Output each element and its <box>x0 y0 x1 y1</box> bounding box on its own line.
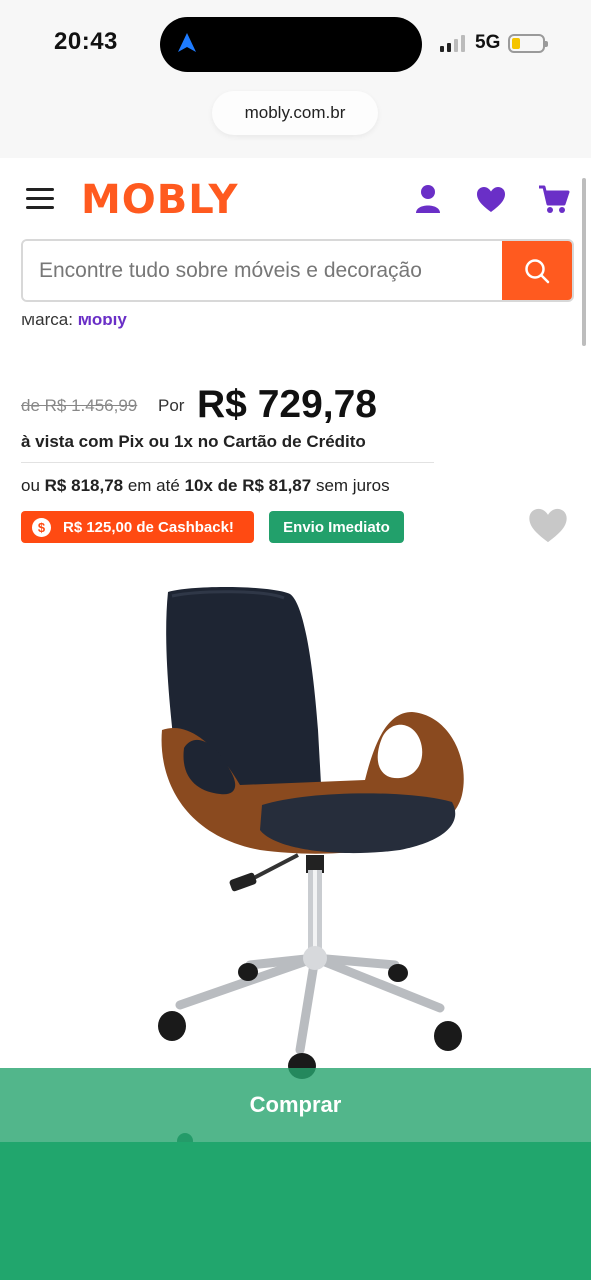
cart-icon[interactable] <box>538 184 570 214</box>
payment-note: à vista com Pix ou 1x no Cartão de Crédi… <box>21 432 366 451</box>
status-time: 20:43 <box>54 28 118 55</box>
site-header: MOBLY <box>0 158 591 242</box>
price-prefix: Por <box>158 396 185 415</box>
installment-middle: em até <box>127 476 180 495</box>
signal-icon <box>440 35 465 52</box>
browser-url-area: mobly.com.br <box>0 88 591 158</box>
cashback-text: R$ 125,00 de Cashback! <box>63 518 234 536</box>
search-icon <box>525 258 550 283</box>
favorite-heart-icon[interactable] <box>528 507 568 544</box>
installment-plan: 10x de R$ 81,87 <box>184 476 312 495</box>
status-bar: 20:43 5G <box>0 0 591 88</box>
network-type: 5G <box>475 32 501 53</box>
url-bar[interactable]: mobly.com.br <box>212 91 378 135</box>
page-scrollbar[interactable] <box>582 178 586 346</box>
brand-line: Marca: Mobly <box>21 316 127 338</box>
installment-suffix: sem juros <box>315 476 390 495</box>
shipping-badge: Envio Imediato <box>269 511 404 543</box>
brand-link[interactable]: Mobly <box>78 316 127 329</box>
current-price: R$ 729,78 <box>197 383 377 426</box>
search-bar <box>21 239 574 302</box>
navigation-arrow-icon <box>178 33 196 52</box>
coin-icon: $ <box>32 517 51 537</box>
site-logo[interactable]: MOBLY <box>81 177 239 223</box>
search-button[interactable] <box>502 241 572 300</box>
menu-icon[interactable] <box>26 188 54 210</box>
cashback-badge: $ R$ 125,00 de Cashback! <box>21 511 254 543</box>
bottom-panel <box>0 1142 591 1280</box>
brand-label: Marca: <box>21 316 73 329</box>
installment-total: R$ 818,78 <box>44 476 124 495</box>
old-price: de R$ 1.456,99 <box>21 396 138 415</box>
installment-info: ou R$ 818,78 em até 10x de R$ 81,87 sem … <box>21 476 390 496</box>
price-divider <box>21 462 434 463</box>
product-image[interactable] <box>150 580 470 1080</box>
buy-button[interactable]: Comprar <box>0 1068 591 1142</box>
battery-icon <box>508 34 548 53</box>
dynamic-island <box>160 17 422 72</box>
user-icon[interactable] <box>414 184 442 214</box>
search-input[interactable] <box>23 241 504 300</box>
installment-prefix: ou <box>21 476 40 495</box>
heart-icon[interactable] <box>476 186 506 213</box>
